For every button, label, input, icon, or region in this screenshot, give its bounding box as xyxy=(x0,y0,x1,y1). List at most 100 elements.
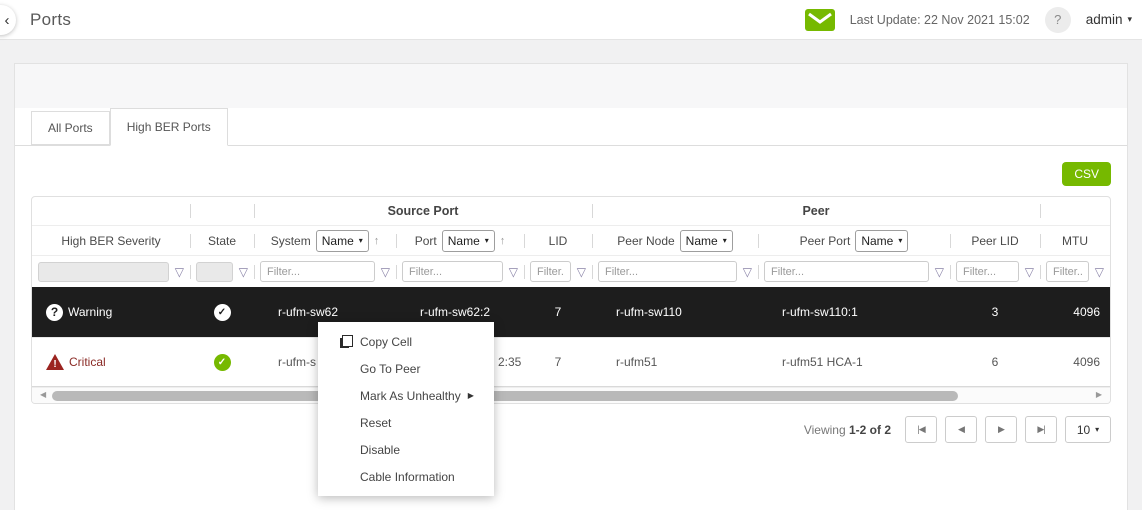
select-value: Name xyxy=(861,234,893,248)
scrollbar-thumb[interactable] xyxy=(52,391,958,401)
filter-cell-severity: ▽ xyxy=(32,256,190,287)
col-header-mtu[interactable]: MTU xyxy=(1040,226,1110,255)
page-size-value: 10 xyxy=(1077,423,1090,437)
prev-page-button[interactable]: ◀ xyxy=(945,416,977,443)
col-header-severity[interactable]: High BER Severity xyxy=(32,226,190,255)
group-source-port: Source Port xyxy=(254,197,592,225)
table-row-critical[interactable]: ! Critical ✓ r-ufm-s 2:35 7 r-ufm51 r-uf… xyxy=(32,337,1110,387)
column-header-row: High BER Severity State System Name ▾ ↑ … xyxy=(32,225,1110,255)
filter-row: ▽ ▽ ▽ ▽ ▽ ▽ ▽ xyxy=(32,255,1110,287)
chevron-down-icon: ▾ xyxy=(359,236,363,245)
lid-filter-input[interactable] xyxy=(530,261,571,282)
horizontal-scrollbar[interactable]: ◀ ▶ xyxy=(32,387,1110,403)
select-value: Name xyxy=(448,234,480,248)
menu-item-reset[interactable]: Reset xyxy=(318,409,494,436)
select-value: Name xyxy=(322,234,354,248)
filter-funnel-icon[interactable]: ▽ xyxy=(175,265,184,279)
mail-icon[interactable] xyxy=(805,9,835,31)
port-filter-input[interactable] xyxy=(402,261,503,282)
filter-funnel-icon[interactable]: ▽ xyxy=(935,265,944,279)
scroll-left-icon[interactable]: ◀ xyxy=(40,390,46,399)
group-spacer xyxy=(32,197,190,225)
chevron-down-icon: ▾ xyxy=(1127,14,1132,25)
col-header-peer-lid[interactable]: Peer LID xyxy=(950,226,1040,255)
menu-item-go-to-peer[interactable]: Go To Peer xyxy=(318,355,494,382)
col-label: Peer Port xyxy=(800,234,851,248)
topbar-right: Last Update: 22 Nov 2021 15:02 ? admin ▾ xyxy=(805,7,1142,33)
filter-cell-mtu: ▽ xyxy=(1040,256,1110,287)
panel-header-strip xyxy=(15,64,1127,108)
table-row-warning[interactable]: ? Warning ✓ r-ufm-sw62 r-ufm-sw62:2 7 r-… xyxy=(32,287,1110,337)
state-cell: ✓ xyxy=(190,338,254,386)
state-filter-select[interactable] xyxy=(196,262,233,282)
next-page-button[interactable]: ▶ xyxy=(985,416,1017,443)
chevron-down-icon: ▾ xyxy=(898,236,902,245)
chevron-down-icon: ▾ xyxy=(1095,425,1099,434)
filter-funnel-icon[interactable]: ▽ xyxy=(1025,265,1034,279)
page-size-select[interactable]: 10 ▾ xyxy=(1065,416,1111,443)
col-header-state[interactable]: State xyxy=(190,226,254,255)
system-filter-input[interactable] xyxy=(260,261,375,282)
col-header-peer-node[interactable]: Peer Node Name ▾ xyxy=(592,226,758,255)
last-update-text: Last Update: 22 Nov 2021 15:02 xyxy=(850,13,1030,27)
csv-export-button[interactable]: CSV xyxy=(1062,162,1111,186)
port-name-select[interactable]: Name ▾ xyxy=(442,230,495,252)
viewing-label: Viewing xyxy=(804,423,846,437)
user-menu[interactable]: admin ▾ xyxy=(1086,12,1132,27)
help-icon[interactable]: ? xyxy=(1045,7,1071,33)
tab-high-ber-ports[interactable]: High BER Ports xyxy=(110,108,228,146)
filter-funnel-icon[interactable]: ▽ xyxy=(577,265,586,279)
tab-bar: All Ports High BER Ports xyxy=(15,108,1127,146)
state-ok-icon: ✓ xyxy=(214,304,231,321)
menu-item-label: Mark As Unhealthy xyxy=(360,389,461,403)
table-toolbar: CSV xyxy=(15,146,1127,196)
filter-funnel-icon[interactable]: ▽ xyxy=(239,265,248,279)
col-header-system[interactable]: System Name ▾ ↑ xyxy=(254,226,396,255)
state-ok-icon: ✓ xyxy=(214,354,231,371)
sort-asc-icon[interactable]: ↑ xyxy=(374,235,380,247)
peer-node-name-select[interactable]: Name ▾ xyxy=(680,230,733,252)
menu-item-mark-as-unhealthy[interactable]: Mark As Unhealthy ▶ xyxy=(318,382,494,409)
state-cell: ✓ xyxy=(190,287,254,337)
chevron-down-icon: ▾ xyxy=(723,236,727,245)
col-header-lid[interactable]: LID xyxy=(524,226,592,255)
peer-lid-cell: 3 xyxy=(950,287,1040,337)
col-header-port[interactable]: Port Name ▾ ↑ xyxy=(396,226,524,255)
group-spacer xyxy=(1040,197,1110,225)
col-header-peer-port[interactable]: Peer Port Name ▾ xyxy=(758,226,950,255)
pagination: Viewing 1-2 of 2 |◀ ◀ ▶ ▶| 10 ▾ xyxy=(15,404,1127,443)
menu-item-copy-cell[interactable]: Copy Cell xyxy=(318,328,494,355)
filter-funnel-icon[interactable]: ▽ xyxy=(509,265,518,279)
severity-filter-select[interactable] xyxy=(38,262,169,282)
copy-icon xyxy=(340,335,353,348)
top-bar: ‹ Ports Last Update: 22 Nov 2021 15:02 ?… xyxy=(0,0,1142,40)
lid-cell: 7 xyxy=(524,287,592,337)
peer-port-filter-input[interactable] xyxy=(764,261,929,282)
tab-all-ports[interactable]: All Ports xyxy=(31,111,110,145)
viewing-text: Viewing 1-2 of 2 xyxy=(804,423,891,437)
last-page-button[interactable]: ▶| xyxy=(1025,416,1057,443)
system-name-select[interactable]: Name ▾ xyxy=(316,230,369,252)
menu-item-disable[interactable]: Disable xyxy=(318,436,494,463)
mtu-cell: 4096 xyxy=(1040,287,1110,337)
scroll-right-icon[interactable]: ▶ xyxy=(1096,390,1102,399)
peer-port-cell: r-ufm-sw110:1 xyxy=(758,287,950,337)
sort-asc-icon[interactable]: ↑ xyxy=(500,235,506,247)
mtu-filter-input[interactable] xyxy=(1046,261,1089,282)
filter-funnel-icon[interactable]: ▽ xyxy=(381,265,390,279)
first-page-button[interactable]: |◀ xyxy=(905,416,937,443)
severity-cell: ! Critical xyxy=(32,338,190,386)
critical-icon: ! xyxy=(46,354,64,370)
row-context-menu: Copy Cell Go To Peer Mark As Unhealthy ▶… xyxy=(318,322,494,496)
filter-funnel-icon[interactable]: ▽ xyxy=(743,265,752,279)
filter-funnel-icon[interactable]: ▽ xyxy=(1095,265,1104,279)
peer-lid-filter-input[interactable] xyxy=(956,261,1019,282)
lid-cell: 7 xyxy=(524,338,592,386)
peer-node-filter-input[interactable] xyxy=(598,261,737,282)
menu-item-cable-information[interactable]: Cable Information xyxy=(318,463,494,490)
filter-cell-port: ▽ xyxy=(396,256,524,287)
collapse-back-button[interactable]: ‹ xyxy=(0,5,16,35)
group-spacer xyxy=(190,197,254,225)
peer-port-name-select[interactable]: Name ▾ xyxy=(855,230,908,252)
page-title: Ports xyxy=(30,10,71,30)
